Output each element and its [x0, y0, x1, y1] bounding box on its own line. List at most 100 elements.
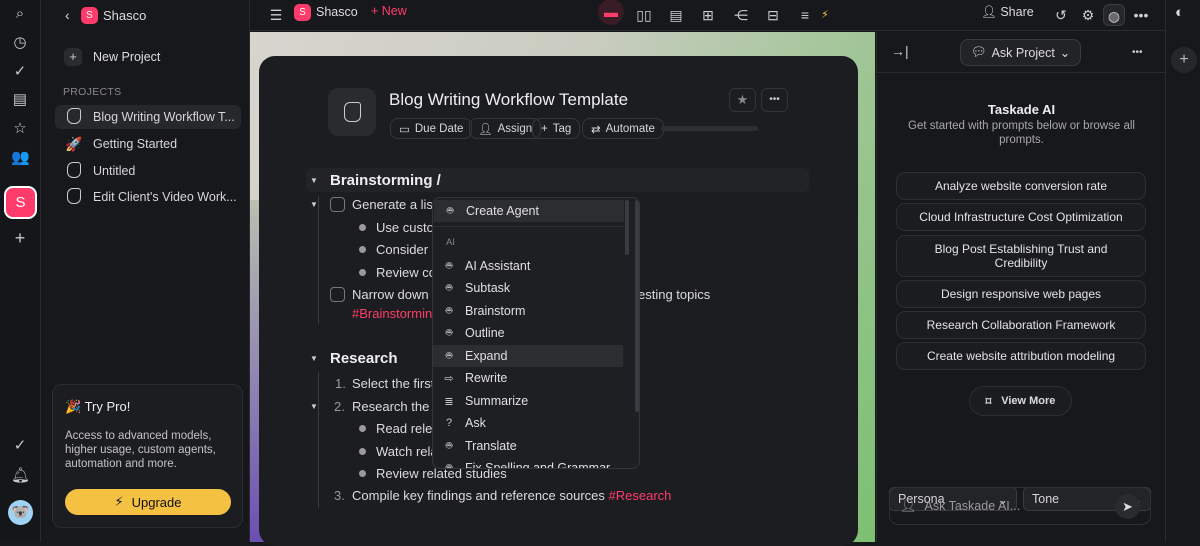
list-text[interactable]: Select the first [352, 376, 434, 391]
prompt-button[interactable]: Blog Post Establishing Trust and Credibi… [896, 235, 1146, 277]
menu-item-expand[interactable]: 🤖︎ Expand [433, 345, 623, 367]
menu-scrollbar[interactable] [635, 200, 639, 412]
ai-chat-icon[interactable]: ◍ [1103, 4, 1125, 26]
settings-gear-icon[interactable]: ⚙ [1077, 4, 1099, 26]
calendar-icon[interactable]: ▤ [11, 91, 29, 109]
collapse-triangle-icon[interactable]: ▼ [310, 402, 318, 411]
share-button[interactable]: 👤︎ Share [981, 5, 1034, 20]
star-icon[interactable]: ☆ [11, 120, 29, 138]
collapse-sidebar-icon[interactable]: ☰ [265, 4, 287, 26]
menu-item-translate[interactable]: 🤖︎ Translate [433, 435, 623, 457]
history-icon[interactable]: ↺ [1050, 4, 1072, 26]
bullet-text[interactable]: Consider [376, 242, 428, 257]
calendar-icon: ▭ [399, 123, 410, 136]
clock-icon[interactable]: ◷ [11, 34, 29, 52]
new-button[interactable]: + New [371, 4, 407, 18]
menu-item-ai-assistant[interactable]: 🤖︎ AI Assistant [433, 255, 623, 277]
document-icon [55, 187, 93, 207]
add-task-icon[interactable]: ✓ [11, 437, 29, 455]
prompt-button[interactable]: Design responsive web pages [896, 280, 1146, 308]
menu-item-subtask[interactable]: 🤖︎ Subtask [433, 277, 623, 299]
table-view-icon[interactable]: ⊞ [697, 4, 719, 26]
task-text-tail[interactable]: esting topics [638, 287, 710, 302]
sidebar-item-blog-writing[interactable]: Blog Writing Workflow T... [55, 105, 241, 129]
bullet-text[interactable]: Review co [376, 265, 436, 280]
panel-more-icon[interactable]: ••• [1132, 47, 1143, 58]
collapse-triangle-icon[interactable]: ▼ [310, 354, 318, 363]
prompt-button[interactable]: Research Collaboration Framework [896, 311, 1146, 339]
send-icon[interactable]: ➤ [1115, 493, 1140, 519]
users-icon[interactable]: 👥 [11, 149, 30, 167]
sidebar-item-getting-started[interactable]: 🚀 Getting Started [55, 132, 241, 156]
assign-chip[interactable]: 👤︎ Assign [469, 118, 542, 139]
new-label: New [381, 4, 407, 18]
hashtag-brainstorming[interactable]: #Brainstormin [352, 306, 432, 321]
due-date-chip[interactable]: ▭ Due Date [390, 118, 473, 139]
check-circle-icon[interactable]: ✓ [11, 63, 29, 81]
task-text[interactable]: Generate a list [352, 197, 437, 212]
menu-item-brainstorm[interactable]: 🤖︎ Brainstorm [433, 300, 623, 322]
search-icon[interactable]: ⌕ [11, 5, 29, 23]
menu-label: Ask [465, 416, 486, 430]
robot-icon: 🤖︎ [445, 304, 453, 317]
user-avatar[interactable]: 🐨 [8, 500, 33, 525]
divider [877, 72, 1166, 73]
org-chart-view-icon[interactable]: ⊟ [762, 4, 784, 26]
board-view-icon[interactable]: ▯▯ [633, 4, 655, 26]
plus-icon[interactable]: + [11, 229, 29, 247]
summarize-icon: ≣ [444, 395, 454, 408]
collapse-panel-icon[interactable]: →| [891, 43, 909, 59]
document-title[interactable]: Blog Writing Workflow Template [389, 90, 628, 110]
mindmap-view-icon[interactable]: ⋲ [730, 4, 752, 26]
more-options-icon[interactable]: ••• [1130, 4, 1152, 26]
menu-item-summarize[interactable]: ≣ Summarize [433, 390, 623, 412]
menu-item-outline[interactable]: 🤖︎ Outline [433, 322, 623, 344]
gantt-view-icon[interactable]: ≡ [794, 4, 816, 26]
tag-chip[interactable]: + Tag [532, 118, 581, 139]
favorite-star-icon[interactable]: ★ [729, 88, 756, 112]
sidebar-item-untitled[interactable]: Untitled [55, 159, 241, 183]
add-panel-icon[interactable]: + [1171, 47, 1197, 73]
list-text[interactable]: Compile key findings and reference sourc… [352, 488, 671, 503]
sidebar-item-edit-client-video[interactable]: Edit Client's Video Work... [55, 185, 241, 209]
menu-item-fix-spelling[interactable]: 🤖︎ Fix Spelling and Grammar [433, 457, 623, 468]
task-text[interactable]: Narrow down [352, 287, 429, 302]
menu-item-ask[interactable]: ? Ask [433, 412, 623, 434]
item-label: Getting Started [93, 137, 178, 151]
task-checkbox[interactable] [330, 287, 345, 302]
list-view-icon[interactable]: ▬ [598, 0, 624, 25]
upgrade-button[interactable]: ⚡︎ Upgrade [65, 489, 231, 515]
view-more-button[interactable]: ⌑ View More [969, 386, 1072, 416]
task-checkbox[interactable] [330, 197, 345, 212]
list-text[interactable]: Research the [352, 399, 429, 414]
calendar-view-icon[interactable]: ▤ [665, 4, 687, 26]
hashtag-research[interactable]: #Research [609, 488, 672, 503]
new-project-button[interactable]: New Project [93, 50, 160, 64]
prompt-button[interactable]: Analyze website conversion rate [896, 172, 1146, 200]
menu-item-create-agent[interactable]: 🤖︎ Create Agent [434, 200, 624, 222]
bullet-text[interactable]: Use custo [376, 220, 434, 235]
project-icon[interactable] [328, 88, 376, 136]
bullet-text[interactable]: Read relev [376, 421, 439, 436]
collapse-triangle-icon[interactable]: ▼ [310, 200, 318, 209]
toggle-panel-icon[interactable]: ◐ [1175, 4, 1184, 21]
document-more-icon[interactable]: ••• [761, 88, 788, 112]
section-heading-brainstorming[interactable]: Brainstorming / [330, 172, 441, 189]
rewrite-icon: ⇨ [444, 372, 454, 385]
breadcrumb-workspace[interactable]: Shasco [316, 5, 358, 19]
bell-icon[interactable]: 🔔︎ [11, 467, 30, 485]
bullet [359, 470, 366, 477]
prompt-button[interactable]: Cloud Infrastructure Cost Optimization [896, 203, 1146, 231]
automate-chip[interactable]: ⇄ Automate [582, 118, 664, 139]
section-heading-research[interactable]: Research [330, 350, 398, 367]
ask-ai-input[interactable]: 👤︎ Ask Taskade AI... ➤ [889, 487, 1151, 525]
back-icon[interactable]: ‹ [65, 7, 70, 23]
menu-item-rewrite[interactable]: ⇨ Rewrite [433, 367, 623, 389]
workspace-name[interactable]: Shasco [103, 8, 146, 23]
workspace-avatar[interactable]: S [4, 186, 37, 219]
collapse-triangle-icon[interactable]: ▼ [310, 176, 318, 185]
prompt-button[interactable]: Create website attribution modeling [896, 342, 1146, 370]
bullet-text[interactable]: Watch rela [376, 444, 438, 459]
ask-project-dropdown[interactable]: 💬︎ Ask Project ⌄ [960, 39, 1081, 66]
inner-scrollbar[interactable] [625, 200, 629, 255]
